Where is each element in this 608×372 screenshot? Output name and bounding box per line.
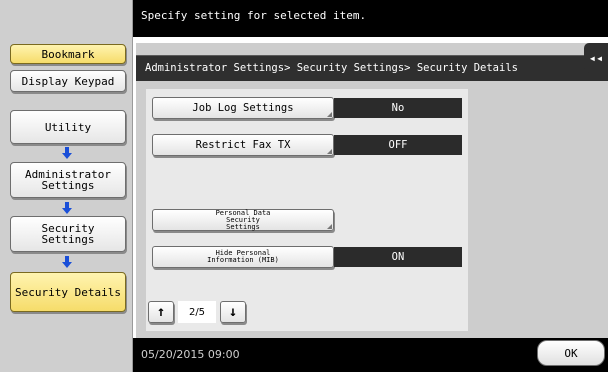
restrict-fax-tx-value: OFF [334,135,462,155]
utility-label: Utility [44,120,92,134]
bookmark-button[interactable]: Bookmark [10,44,126,64]
settings-list: Job Log Settings No Restrict Fax TX OFF … [146,89,468,331]
arrow-down-icon [62,256,72,268]
hide-personal-label-line2: Information (MIB) [207,256,279,264]
arrow-down-icon: ↓ [228,304,238,320]
hide-personal-information-button[interactable]: Hide Personal Information (MIB) [152,246,334,268]
personal-data-security-settings-button[interactable]: Personal Data Security Settings [152,209,334,231]
display-keypad-label: Display Keypad [21,74,115,88]
security-details-label: Security Details [15,285,121,299]
arrow-up-icon: ↑ [156,304,166,320]
sidebar: Bookmark Display Keypad Utility Administ… [0,0,133,372]
back-tab[interactable]: ◂◂ [584,43,608,73]
job-log-settings-label: Job Log Settings [192,101,294,114]
datetime: 05/20/2015 09:00 [141,348,240,361]
job-log-settings-button[interactable]: Job Log Settings [152,97,334,119]
page-indicator: 2/5 [178,301,216,323]
page-indicator-text: 2/5 [188,306,206,318]
job-log-settings-value: No [334,98,462,118]
hide-personal-information-value: ON [334,247,462,267]
ok-label: OK [564,346,578,360]
settings-panel: Administrator Settings> Security Setting… [136,43,608,339]
security-details-button[interactable]: Security Details [10,272,126,312]
display-keypad-button[interactable]: Display Keypad [10,70,126,92]
hide-personal-information-value-text: ON [391,251,405,263]
arrow-down-icon [62,202,72,214]
double-chevron-left-icon: ◂◂ [588,51,604,65]
personal-data-label-line3: Settings [226,222,260,231]
corner-indicator-icon [327,224,332,229]
restrict-fax-tx-label: Restrict Fax TX [195,138,291,151]
page-up-button[interactable]: ↑ [148,301,174,323]
message-bar: Specify setting for selected item. [133,0,608,37]
breadcrumb-text: Administrator Settings> Security Setting… [145,62,518,74]
administrator-settings-label-line2: Settings [41,179,95,192]
restrict-fax-tx-button[interactable]: Restrict Fax TX [152,134,334,156]
page-down-button[interactable]: ↓ [220,301,246,323]
pager: ↑ 2/5 ↓ [148,301,246,323]
security-settings-label-line2: Settings [41,233,95,246]
bookmark-label: Bookmark [41,47,95,61]
arrow-down-icon [62,147,72,159]
security-settings-button[interactable]: Security Settings [10,216,126,252]
breadcrumb: Administrator Settings> Security Setting… [136,55,608,81]
utility-button[interactable]: Utility [10,110,126,144]
instruction-text: Specify setting for selected item. [141,9,367,22]
ok-button[interactable]: OK [537,340,605,366]
corner-indicator-icon [327,149,332,154]
job-log-settings-value-text: No [391,102,405,114]
administrator-settings-button[interactable]: Administrator Settings [10,162,126,198]
restrict-fax-tx-value-text: OFF [388,139,408,151]
corner-indicator-icon [327,112,332,117]
